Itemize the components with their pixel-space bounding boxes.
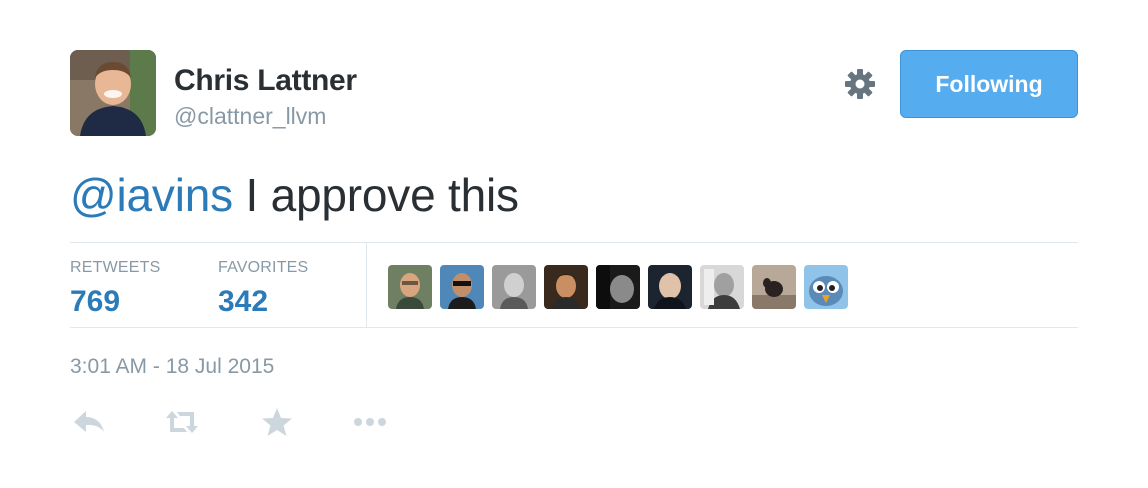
favoriter-avatar[interactable] — [440, 265, 484, 309]
favoriter-avatar[interactable] — [492, 265, 536, 309]
user-avatar[interactable] — [70, 50, 156, 136]
favorites-stat[interactable]: FAVORITES 342 — [218, 259, 308, 319]
tweet-header: Chris Lattner @clattner_llvm Following — [70, 50, 1078, 140]
user-handle[interactable]: @clattner_llvm — [174, 103, 326, 130]
tweet-body: I approve this — [232, 169, 519, 221]
reply-icon[interactable] — [70, 402, 110, 442]
favoriter-avatar[interactable] — [596, 265, 640, 309]
retweet-icon[interactable] — [162, 402, 202, 442]
tweet-timestamp[interactable]: 3:01 AM - 18 Jul 2015 — [70, 355, 274, 379]
retweets-count: 769 — [70, 285, 121, 318]
more-icon[interactable] — [350, 402, 390, 442]
retweets-stat[interactable]: RETWEETS 769 — [70, 259, 161, 319]
retweets-label: RETWEETS — [70, 259, 161, 276]
favorites-label: FAVORITES — [218, 259, 309, 276]
mention-link[interactable]: @iavins — [70, 169, 233, 221]
favoriter-avatar[interactable] — [700, 265, 744, 309]
favoriter-avatars — [388, 265, 856, 309]
tweet-card: Chris Lattner @clattner_llvm Following @… — [70, 50, 1078, 436]
favoriter-avatar[interactable] — [388, 265, 432, 309]
favoriter-avatar[interactable] — [648, 265, 692, 309]
favoriter-avatar[interactable] — [804, 265, 848, 309]
following-button[interactable]: Following — [900, 50, 1078, 118]
favoriter-avatar[interactable] — [544, 265, 588, 309]
favoriter-avatar[interactable] — [752, 265, 796, 309]
gear-icon[interactable] — [842, 66, 878, 102]
user-name[interactable]: Chris Lattner — [174, 64, 357, 98]
stats-divider — [366, 243, 367, 327]
favorites-count: 342 — [218, 285, 269, 318]
star-icon[interactable] — [257, 402, 297, 442]
tweet-stats: RETWEETS 769 FAVORITES 342 — [70, 242, 1078, 328]
tweet-text: @iavins I approve this — [70, 168, 519, 222]
